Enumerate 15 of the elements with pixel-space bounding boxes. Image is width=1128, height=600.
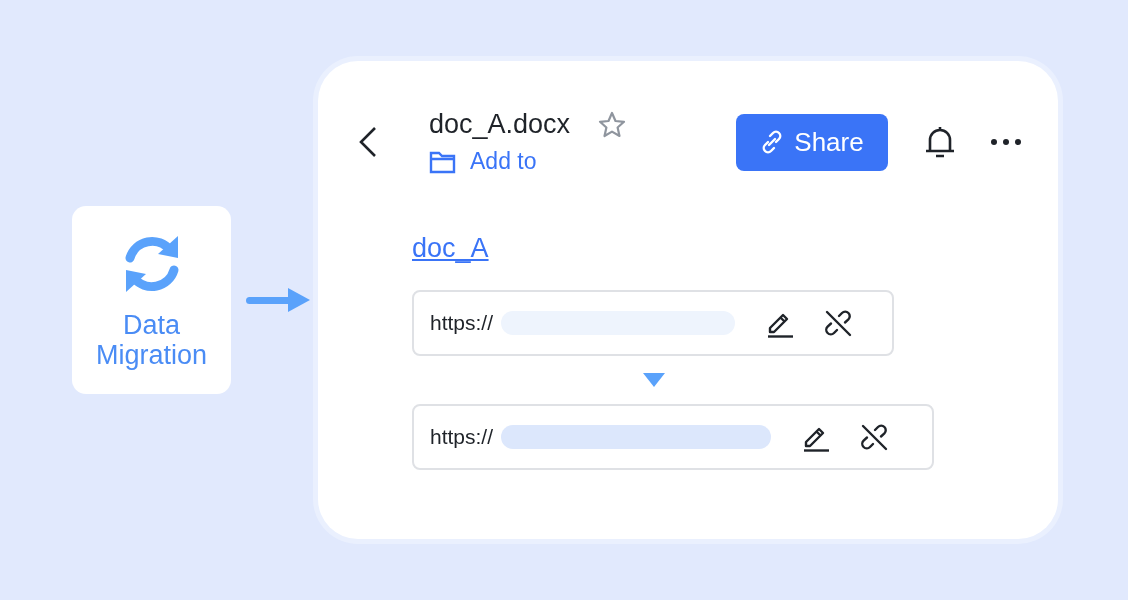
folder-icon bbox=[429, 149, 456, 174]
document-title: doc_A.docx bbox=[429, 109, 571, 140]
star-icon[interactable] bbox=[598, 111, 627, 138]
more-icon[interactable] bbox=[990, 138, 1022, 146]
url-prefix: https:// bbox=[430, 425, 494, 449]
unlink-icon[interactable] bbox=[823, 308, 854, 338]
arrow-icon bbox=[246, 287, 310, 313]
down-triangle-icon bbox=[643, 373, 665, 387]
back-icon[interactable] bbox=[358, 126, 378, 158]
unlink-icon[interactable] bbox=[859, 422, 890, 452]
document-link[interactable]: doc_A bbox=[412, 233, 489, 264]
badge-label: Data Migration bbox=[94, 310, 208, 370]
add-to-link[interactable]: Add to bbox=[429, 148, 736, 175]
share-button[interactable]: Share bbox=[736, 113, 888, 171]
url-prefix: https:// bbox=[430, 311, 494, 335]
